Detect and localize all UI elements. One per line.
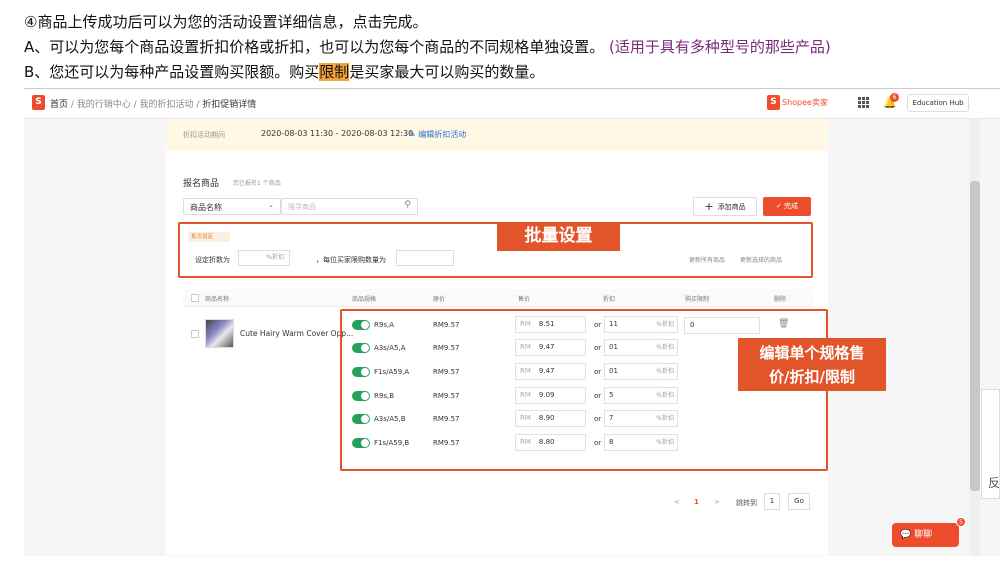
- chat-button[interactable]: 💬 聊聊: [892, 523, 959, 547]
- discount-detail-card: 折扣活动期间 2020-08-03 11:30 - 2020-08-03 12:…: [166, 119, 886, 555]
- chevron-down-icon: ⌄: [268, 201, 274, 209]
- instruction-line-3: B、您还可以为每种产品设置购买限额。购买限制是买家最大可以购买的数量。: [24, 61, 544, 82]
- go-button[interactable]: Go: [788, 493, 810, 510]
- section-title: 报名商品: [183, 179, 220, 189]
- breadcrumb-home[interactable]: 首页: [50, 100, 68, 110]
- select-all-checkbox[interactable]: [191, 294, 199, 302]
- batch-tag: 批次设定: [188, 232, 230, 242]
- done-label: 完成: [784, 202, 799, 210]
- header-discount: 折扣: [603, 296, 616, 303]
- table-header: 商品名称 商品规格 原价 售价 折扣 购买限制 删除: [183, 289, 813, 307]
- instruction-line-2-text: A、可以为您每个商品设置折扣价格或折扣，也可以为您每个商品的不同规格单独设置。: [24, 38, 605, 56]
- header-limit: 购买限制: [685, 296, 710, 303]
- batch-discount-label: 设定折数为: [195, 256, 230, 264]
- notification-badge: 6: [890, 93, 899, 102]
- instruction-line-2-note: (适用于具有多种型号的那些产品): [609, 38, 831, 56]
- shopee-logo-icon[interactable]: S: [32, 95, 45, 110]
- breadcrumb-path[interactable]: / 我的行销中心 / 我的折扣活动 /: [68, 100, 202, 110]
- done-button[interactable]: ✓ 完成: [763, 197, 811, 216]
- add-product-button[interactable]: + 添加商品: [693, 197, 757, 216]
- current-page[interactable]: 1: [694, 498, 699, 506]
- header-product-name: 商品名称: [205, 296, 230, 303]
- search-icon[interactable]: ⚲: [404, 200, 411, 210]
- variant-callout-line-2: 价/折扣/限制: [769, 368, 855, 386]
- side-panel-edge: 反: [981, 389, 1000, 499]
- variant-callout: 编辑单个规格售 价/折扣/限制: [738, 338, 886, 391]
- side-panel-glyph: 反: [988, 476, 1000, 490]
- filter-select[interactable]: 商品名称 ⌄: [183, 198, 281, 215]
- add-product-label: 添加商品: [717, 203, 746, 211]
- breadcrumb: 首页 / 我的行销中心 / 我的折扣活动 / 折扣促销详情: [50, 97, 256, 110]
- chat-badge: 5: [956, 517, 966, 527]
- next-page-icon[interactable]: >: [714, 498, 720, 506]
- shopee-seller-logo-icon[interactable]: S: [767, 95, 780, 110]
- prev-page-icon[interactable]: <: [674, 498, 680, 506]
- batch-discount-input[interactable]: %折扣: [238, 250, 290, 266]
- education-hub-button[interactable]: Education Hub: [907, 94, 969, 112]
- header-spec: 商品规格: [352, 296, 377, 303]
- batch-limit-label: ，每位买家限购数量为: [316, 256, 386, 264]
- top-bar: S 首页 / 我的行销中心 / 我的折扣活动 / 折扣促销详情 S Shopee…: [24, 89, 1000, 119]
- instruction-highlight: 限制: [319, 63, 350, 81]
- breadcrumb-current: 折扣促销详情: [202, 100, 257, 110]
- edit-discount-link[interactable]: ✎ 编辑折扣活动: [409, 129, 466, 140]
- variant-callout-line-1: 编辑单个规格售: [759, 344, 865, 362]
- header-original-price: 原价: [433, 296, 446, 303]
- search-input[interactable]: 搜寻商品 ⚲: [281, 198, 418, 215]
- scrollbar-thumb[interactable]: [970, 181, 980, 491]
- period-value: 2020-08-03 11:30 - 2020-08-03 12:30: [261, 129, 414, 138]
- update-all-link[interactable]: 更新所有商品: [689, 255, 725, 264]
- header-delete: 删除: [774, 296, 787, 303]
- batch-limit-input[interactable]: [396, 250, 454, 266]
- edit-discount-label: 编辑折扣活动: [418, 130, 467, 139]
- search-placeholder: 搜寻商品: [288, 203, 316, 211]
- filter-select-value: 商品名称: [190, 203, 222, 212]
- period-bar: 折扣活动期间 2020-08-03 11:30 - 2020-08-03 12:…: [166, 119, 828, 151]
- instruction-line-1: ④商品上传成功后可以为您的活动设置详细信息，点击完成。: [24, 13, 428, 31]
- batch-settings-box: 批次设定 设定折数为 %折扣 ，每位买家限购数量为 更新所有商品 更新选择的商品: [178, 222, 813, 278]
- instruction-line-3-b: 是买家最大可以购买的数量。: [349, 63, 545, 81]
- brand-name[interactable]: Shopee卖家: [782, 97, 828, 108]
- section-subtitle: 您已报名1 个商品: [233, 180, 281, 187]
- header-price: 售价: [518, 296, 531, 303]
- apps-grid-icon[interactable]: [858, 97, 869, 108]
- seller-center-screenshot: S 首页 / 我的行销中心 / 我的折扣活动 / 折扣促销详情 S Shopee…: [24, 88, 1000, 556]
- instruction-line-3-a: B、您还可以为每种产品设置购买限额。购买: [24, 63, 320, 81]
- chat-label: 聊聊: [914, 530, 933, 540]
- instruction-line-2: A、可以为您每个商品设置折扣价格或折扣，也可以为您每个商品的不同规格单独设置。 …: [24, 36, 831, 57]
- goto-label: 跳转到: [736, 499, 757, 507]
- goto-page-input[interactable]: 1: [764, 493, 780, 510]
- batch-callout: 批量设置: [497, 222, 620, 251]
- period-label: 折扣活动期间: [183, 131, 225, 139]
- update-selected-link[interactable]: 更新选择的商品: [740, 255, 782, 264]
- plus-icon: +: [704, 200, 714, 213]
